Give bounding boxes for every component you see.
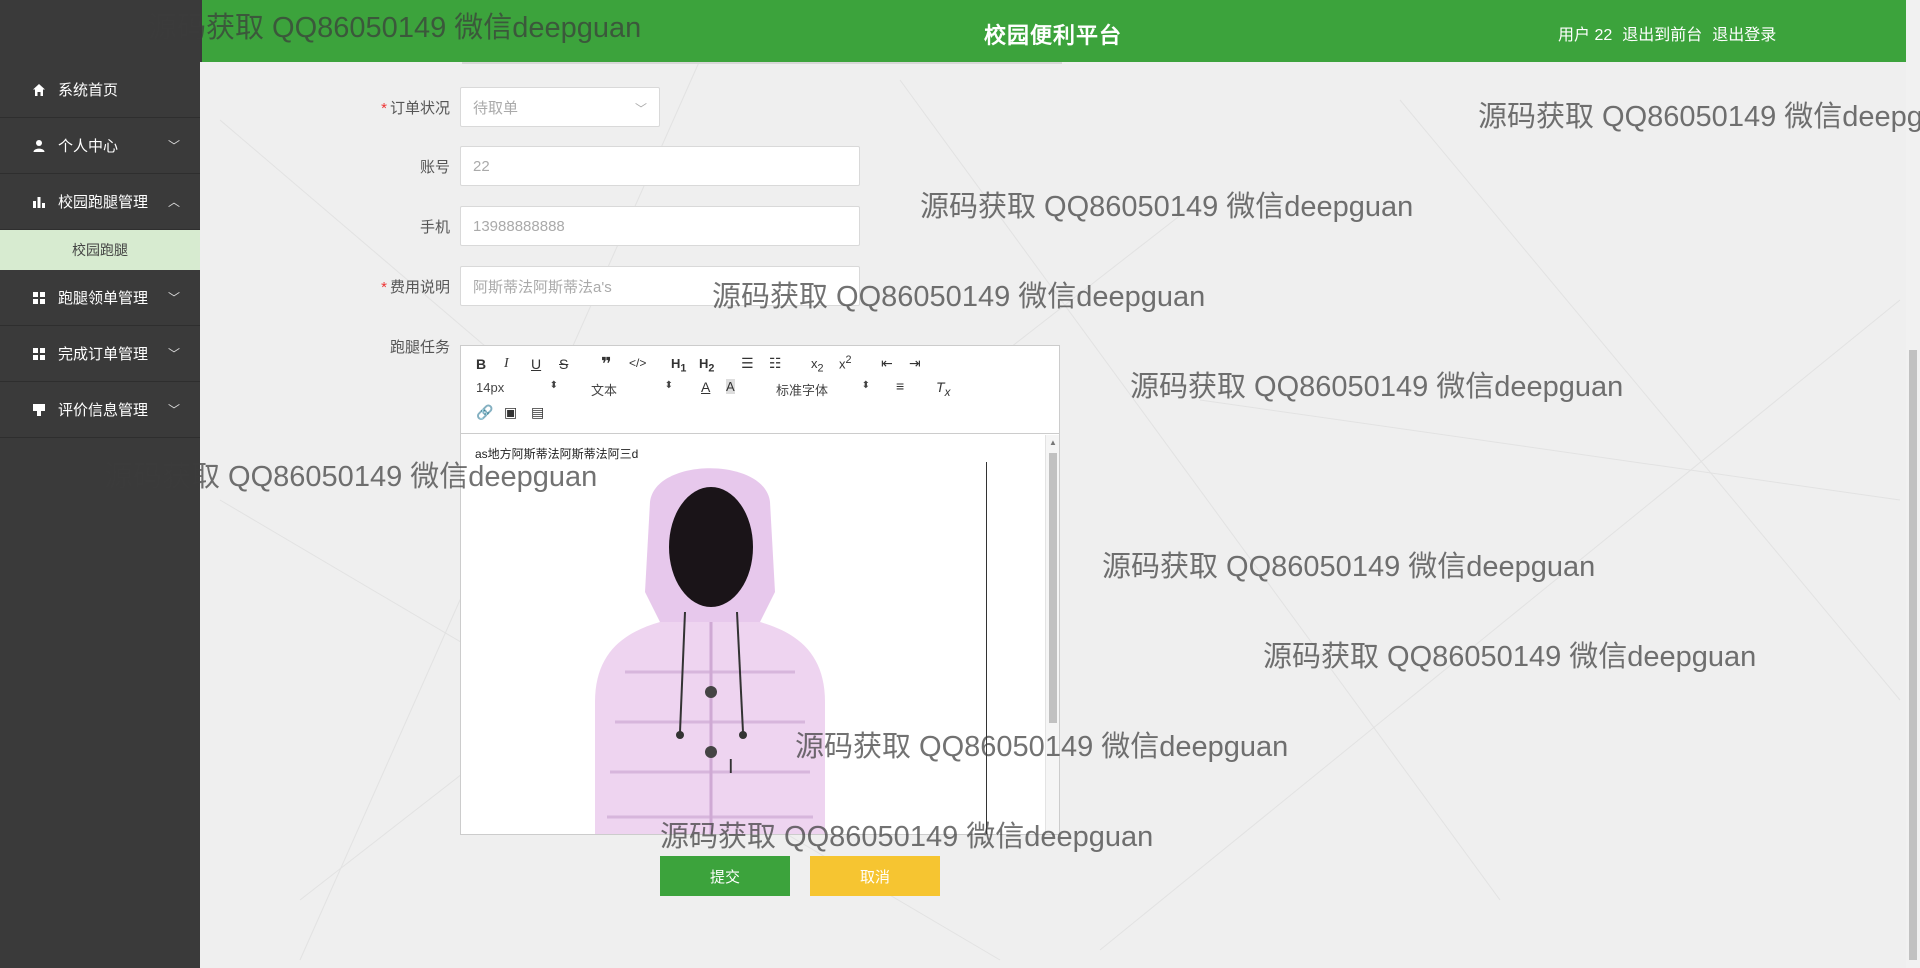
video-icon[interactable]: ▤ [531,404,544,421]
task-label: 跑腿任务 [389,339,450,356]
align-icon[interactable]: ≡ [896,378,904,394]
sidebar-item-label: 评价信息管理 [58,402,149,419]
errand-form: * 订单状况 待取单 ﹀ 账号 22 手机 13988888888 * 费用说明 阿… [202,62,1906,968]
image-icon[interactable]: ▣ [504,404,517,421]
header-left-strip [0,0,202,62]
sidebar-item-order-claim-management[interactable]: 跑腿领单管理 ﹀ [0,270,200,326]
sidebar-item-label: 完成订单管理 [58,346,149,363]
cancel-button[interactable]: 取消 [810,856,940,896]
home-icon [32,83,46,97]
phone-value: 13988888888 [473,217,565,235]
sidebar-item-personal-center[interactable]: 个人中心 ﹀ [0,118,200,174]
heading2-button[interactable]: H2 [699,356,714,375]
clear-format-icon[interactable]: Tx [936,379,950,399]
back-to-frontend-link[interactable]: 退出到前台 [1622,21,1702,45]
sidebar-subitem-errand[interactable]: 校园跑腿 [0,230,200,270]
sidebar-item-label: 个人中心 [58,138,119,155]
font-family-select[interactable]: 标准字体 ⬍ [776,380,870,399]
fee-value: 阿斯蒂法阿斯蒂法a's [473,278,612,296]
fee-label: * 费用说明 [381,279,450,296]
grid-icon [32,347,46,361]
bar-chart-icon [32,195,46,209]
sidebar-item-label: 跑腿领单管理 [58,290,149,307]
chevron-down-icon: ﹀ [167,139,180,153]
sidebar: 系统首页 个人中心 ﹀ 校园跑腿管理 ︿ 校园跑腿 跑腿领单管理 ﹀ 完成订单管… [0,62,200,968]
editor-text: as地方阿斯蒂法阿斯蒂法阿三d [475,447,639,461]
page-title: 校园便利平台 [984,23,1123,48]
sidebar-item-home[interactable]: 系统首页 [0,62,200,118]
status-label: * 订单状况 [381,100,450,117]
account-label: 账号 [419,159,450,176]
subscript-button[interactable]: x2 [811,356,824,375]
grid-icon [32,291,46,305]
font-size-value: 14px [476,380,505,395]
bold-button[interactable]: B [476,356,486,372]
chevron-down-icon: ﹀ [167,291,180,305]
editor-scroll-thumb[interactable] [1049,453,1057,723]
scroll-up-icon: ▲ [1049,438,1057,447]
ordered-list-icon[interactable]: ☰ [741,355,754,372]
underline-button[interactable]: U [531,356,541,372]
order-status-value: 待取单 [473,99,519,117]
updown-icon: ⬍ [861,380,870,391]
comment-icon [32,403,46,417]
chevron-up-icon: ︿ [167,195,180,209]
sidebar-item-completed-orders[interactable]: 完成订单管理 ﹀ [0,326,200,382]
bullet-list-icon[interactable]: ☷ [769,355,782,372]
updown-icon: ⬍ [664,380,673,391]
outdent-icon[interactable]: ⇤ [881,355,893,372]
editor-content[interactable]: as地方阿斯蒂法阿斯蒂法阿三d [461,435,1059,834]
quote-icon[interactable]: ❞ [601,354,612,375]
italic-button[interactable]: I [504,356,509,372]
top-header: 校园便利平台 用户 22 退出到前台 退出登录 [202,0,1906,62]
rich-text-editor: B I U S ❞ </> H1 H2 ☰ ☷ x2 x2 ⇤ ⇥ 14px ⬍… [460,345,1060,835]
text-cursor-icon: I [728,756,734,778]
strikethrough-button[interactable]: S [559,356,568,372]
chevron-down-icon: ﹀ [167,403,180,417]
sidebar-item-label: 校园跑腿管理 [58,194,149,211]
font-color-icon[interactable]: A [701,379,710,395]
link-icon[interactable]: 🔗 [476,404,493,421]
sidebar-item-review-management[interactable]: 评价信息管理 ﹀ [0,382,200,438]
superscript-button[interactable]: x2 [839,354,852,371]
submit-button[interactable]: 提交 [660,856,790,896]
chevron-down-icon: ﹀ [167,347,180,361]
user-icon [32,139,46,153]
order-status-select[interactable]: 待取单 ﹀ [460,87,660,127]
paragraph-value: 文本 [591,383,618,398]
fee-description-field[interactable]: 阿斯蒂法阿斯蒂法a's [460,266,860,306]
sidebar-item-label: 系统首页 [58,82,119,99]
font-size-select[interactable]: 14px ⬍ [476,380,558,395]
user-label: 用户 22 [1558,27,1613,44]
account-value: 22 [473,157,490,175]
chevron-down-icon: ﹀ [634,102,647,116]
page-scrollbar[interactable] [1906,0,1920,968]
editor-scrollbar[interactable]: ▲ [1045,435,1059,834]
user-links: 用户 22 退出到前台 退出登录 [1558,21,1776,45]
form-top-divider [462,62,1062,64]
font-family-value: 标准字体 [776,383,829,398]
background-color-icon[interactable]: A [726,379,735,394]
paragraph-select[interactable]: 文本 ⬍ [591,380,673,399]
phone-label: 手机 [419,219,450,236]
logout-link[interactable]: 退出登录 [1712,21,1776,45]
heading1-button[interactable]: H1 [671,356,686,375]
phone-field[interactable]: 13988888888 [460,206,860,246]
indent-icon[interactable]: ⇥ [909,355,921,372]
sidebar-item-errand-management[interactable]: 校园跑腿管理 ︿ [0,174,200,230]
updown-icon: ⬍ [549,380,558,391]
account-field[interactable]: 22 [460,146,860,186]
code-icon[interactable]: </> [629,356,646,370]
editor-toolbar: B I U S ❞ </> H1 H2 ☰ ☷ x2 x2 ⇤ ⇥ 14px ⬍… [461,346,1059,434]
page-scroll-thumb[interactable] [1909,350,1917,960]
